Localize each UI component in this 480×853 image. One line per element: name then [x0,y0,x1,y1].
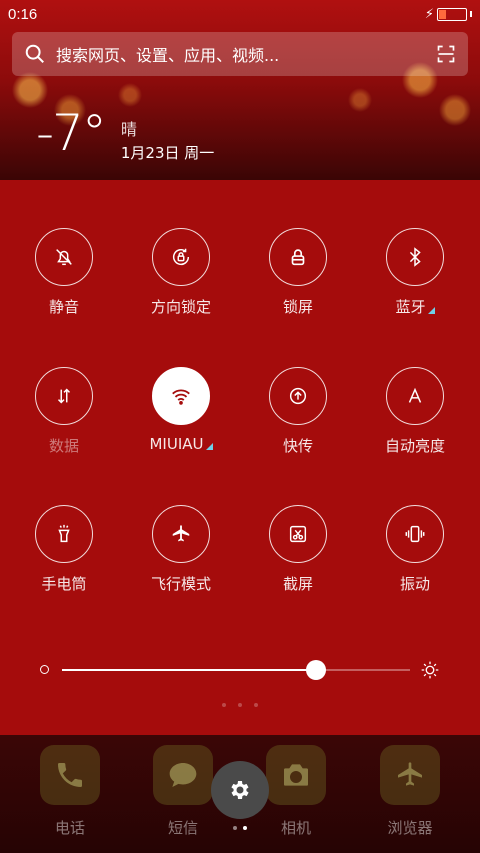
screenshot-icon [289,525,307,543]
toggle-airplane-mode[interactable]: 飞行模式 [126,505,236,594]
weather-condition: 晴 [120,120,137,139]
weather-widget[interactable]: -7° 晴 1月23日 周一 [36,108,214,163]
toggle-wifi[interactable]: MIUIAU [126,367,236,453]
dock-app-messages[interactable]: 短信 [151,745,215,838]
battery-icon [437,7,467,21]
search-bar[interactable]: 搜索网页、设置、应用、视频... [12,32,468,76]
toggle-label: MIUIAU [149,435,213,453]
toggle-label-text: 蓝牙 [395,298,426,316]
brightness-fill [62,669,317,671]
pager-dot-active [243,826,247,830]
message-icon[interactable] [153,745,213,805]
flashlight-icon [58,524,70,543]
pager-dot [233,826,237,830]
dock-app-camera[interactable]: 相机 [264,745,328,838]
toggle-circle[interactable] [386,367,444,425]
toggle-label: 数据 [48,437,79,455]
toggle-data[interactable]: 数据 [9,367,119,456]
search-input[interactable]: 搜索网页、设置、应用、视频... [56,42,436,66]
toggle-label: 静音 [48,298,79,316]
toggle-label: 自动亮度 [384,437,445,455]
battery-indicator: ⚡ [425,7,472,22]
toggle-circle[interactable] [35,505,93,563]
wifi-icon [172,389,190,405]
airplane-icon [172,525,190,542]
transfer-icon [289,387,307,405]
bell-off-icon [56,249,72,266]
status-bar: 0:16 ⚡ [0,0,480,28]
pager-dot [254,703,258,707]
toggle-circle[interactable] [269,367,327,425]
battery-level-fill [439,9,446,19]
toggle-lock-screen[interactable]: 锁屏 [243,228,353,317]
toggle-circle[interactable] [35,367,93,425]
brightness-low-icon [40,665,49,674]
toggle-circle[interactable] [152,228,210,286]
camera-icon[interactable] [266,745,326,805]
toggle-auto-brightness[interactable]: 自动亮度 [360,367,470,456]
toggle-circle[interactable] [269,505,327,563]
scan-icon[interactable] [436,44,456,64]
toggle-circle[interactable] [269,228,327,286]
weather-info: 晴 1月23日 周一 [121,116,214,163]
toggle-label: 手电筒 [41,575,87,593]
battery-tip [470,11,472,17]
toggle-label: 蓝牙 [395,296,435,317]
brightness-thumb[interactable] [306,660,327,680]
status-time: 0:16 [8,5,38,23]
toggle-label-text: MIUIAU [149,435,204,453]
toggle-circle[interactable] [386,505,444,563]
toggle-label: 振动 [399,575,430,593]
brightness-track[interactable] [62,660,410,680]
toggle-label: 方向锁定 [150,298,211,316]
lock-icon [291,249,305,266]
toggle-circle[interactable] [35,228,93,286]
browser-icon[interactable] [380,745,440,805]
more-indicator-icon [205,443,213,450]
settings-button[interactable] [211,761,269,819]
toggle-label: 锁屏 [282,298,313,316]
toggle-silent[interactable]: 静音 [9,228,119,317]
dock-app-phone[interactable]: 电话 [38,745,102,838]
mobile-data-icon [57,388,71,404]
weather-date: 1月23日 周一 [120,144,215,162]
search-icon [25,44,44,63]
toggle-screenshot[interactable]: 截屏 [243,505,353,594]
more-indicator-icon [427,307,435,314]
rotation-lock-icon [173,248,190,266]
bluetooth-icon [409,247,421,267]
gear-icon [231,781,249,799]
control-center-panel: 静音 方向锁定 锁屏 蓝牙 数据 MIUIAU 快传 自动亮度 手电筒 飞行模式… [0,180,480,735]
toggle-circle[interactable] [152,505,210,563]
charging-icon: ⚡ [424,6,434,22]
toggle-flashlight[interactable]: 手电筒 [9,505,119,594]
auto-brightness-icon [408,387,422,403]
home-pager [0,826,480,830]
brightness-high-icon [421,661,439,679]
brightness-slider[interactable] [40,660,440,680]
phone-icon[interactable] [40,745,100,805]
toggle-circle[interactable] [152,367,210,425]
toggle-bluetooth[interactable]: 蓝牙 [360,228,470,317]
toggle-quick-transfer[interactable]: 快传 [243,367,353,456]
toggle-rotation-lock[interactable]: 方向锁定 [126,228,236,317]
toggle-vibrate[interactable]: 振动 [360,505,470,594]
temperature: -7° [36,104,107,162]
pager-dot [222,703,226,707]
vibrate-icon [405,525,425,543]
toggle-label: 快传 [282,437,313,455]
toggle-circle[interactable] [386,228,444,286]
toggle-label: 飞行模式 [150,575,211,593]
pager-dot [238,703,242,707]
toggle-label: 截屏 [282,575,313,593]
panel-pager [0,703,480,707]
dock-app-browser[interactable]: 浏览器 [378,745,442,838]
